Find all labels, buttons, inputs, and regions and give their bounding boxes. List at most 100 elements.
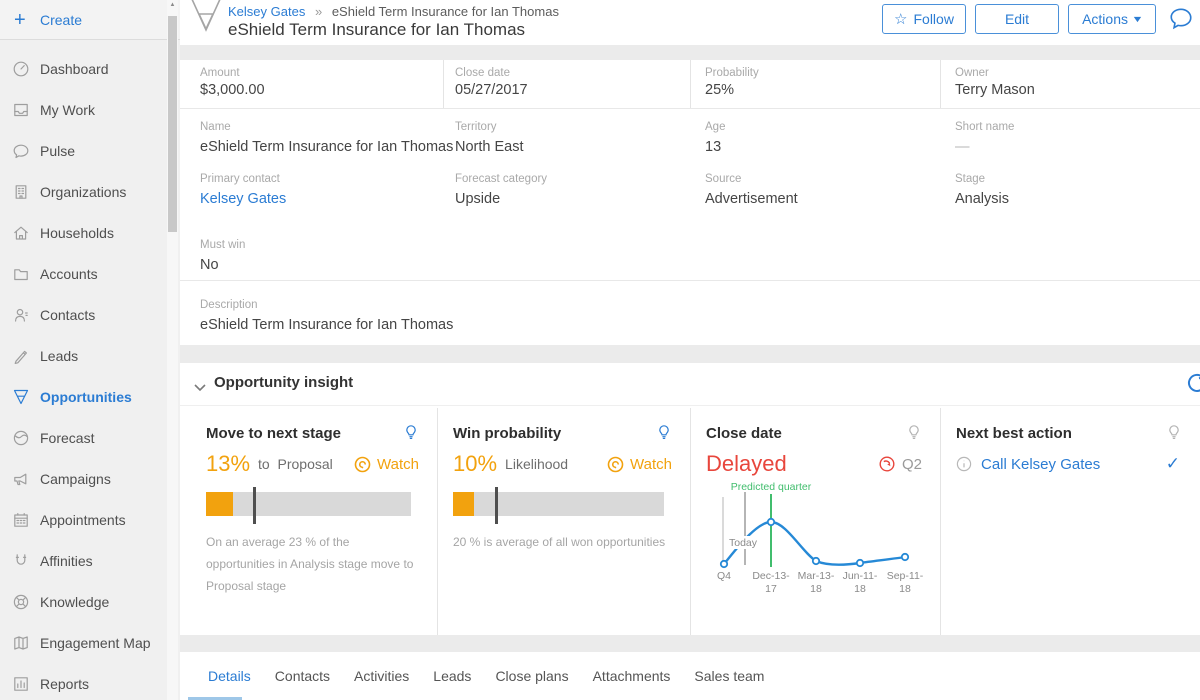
sidebar-item-organizations[interactable]: Organizations bbox=[0, 171, 180, 212]
sidebar-item-households[interactable]: Households bbox=[0, 212, 180, 253]
progress-bar bbox=[453, 492, 664, 516]
field-label-description: Description bbox=[200, 299, 258, 311]
svg-text:18: 18 bbox=[899, 583, 911, 595]
quarter-label: Q2 bbox=[902, 456, 922, 473]
app-window: + Create Dashboard My Work Pulse Organiz… bbox=[0, 0, 1200, 700]
sidebar-item-contacts[interactable]: Contacts bbox=[0, 294, 180, 335]
page-title: eShield Term Insurance for Ian Thomas bbox=[228, 20, 525, 40]
field-value-age: 13 bbox=[705, 139, 721, 155]
appointments-icon bbox=[12, 511, 30, 529]
complete-check-icon[interactable]: ✓ bbox=[1166, 454, 1180, 474]
watch-link[interactable]: Watch bbox=[354, 456, 419, 473]
watch-icon bbox=[354, 456, 371, 473]
chat-bubble-icon[interactable] bbox=[1168, 6, 1194, 32]
tab-close-plans[interactable]: Close plans bbox=[495, 668, 568, 684]
sidebar-item-forecast[interactable]: Forecast bbox=[0, 417, 180, 458]
lightbulb-icon[interactable] bbox=[1166, 424, 1182, 442]
sidebar-item-my-work[interactable]: My Work bbox=[0, 89, 180, 130]
likelihood-label: Likelihood bbox=[505, 456, 568, 472]
delayed-quarter-icon bbox=[878, 455, 896, 473]
info-icon[interactable] bbox=[956, 456, 972, 472]
field-label-territory: Territory bbox=[455, 121, 497, 133]
sidebar-scrollbar[interactable]: ▲ bbox=[167, 0, 178, 700]
affinities-icon bbox=[12, 552, 30, 570]
tab-leads[interactable]: Leads bbox=[433, 668, 471, 684]
column-divider bbox=[443, 60, 444, 108]
insight-note: On an average 23 % of the opportunities … bbox=[206, 531, 417, 597]
tab-contacts[interactable]: Contacts bbox=[275, 668, 330, 684]
row-divider bbox=[180, 280, 1200, 281]
breadcrumb-current: eShield Term Insurance for Ian Thomas bbox=[332, 4, 559, 19]
plus-icon: + bbox=[14, 10, 38, 30]
field-label-must-win: Must win bbox=[200, 239, 245, 251]
breadcrumb-separator: » bbox=[315, 4, 322, 19]
win-probability-percent: 10% bbox=[453, 451, 497, 477]
tab-activities[interactable]: Activities bbox=[354, 668, 409, 684]
insight-card-move-to-next-stage: Move to next stage 13% to Proposal Watch… bbox=[190, 405, 437, 635]
sidebar-item-reports[interactable]: Reports bbox=[0, 663, 180, 700]
row-divider bbox=[180, 108, 1200, 109]
tab-sales-team[interactable]: Sales team bbox=[694, 668, 764, 684]
opportunity-funnel-icon bbox=[188, 0, 226, 43]
benchmark-marker bbox=[495, 487, 498, 524]
svg-text:17: 17 bbox=[765, 583, 777, 595]
lightbulb-icon[interactable] bbox=[656, 424, 672, 442]
column-divider bbox=[690, 60, 691, 108]
refresh-icon[interactable] bbox=[1186, 372, 1200, 394]
scrollbar-thumb[interactable] bbox=[168, 16, 177, 232]
svg-text:Predicted quarter: Predicted quarter bbox=[731, 481, 812, 493]
field-value-close-date: 05/27/2017 bbox=[455, 82, 528, 98]
lightbulb-icon[interactable] bbox=[906, 424, 922, 442]
field-value-forecast-category: Upside bbox=[455, 191, 500, 207]
insight-section-title: Opportunity insight bbox=[214, 374, 353, 391]
svg-text:Q4: Q4 bbox=[717, 570, 731, 582]
close-date-forecast-chart: Predicted quarter Today Q4 Dec-13- 17 Ma bbox=[706, 480, 934, 596]
insight-note: 20 % is average of all won opportunities bbox=[453, 531, 670, 553]
sidebar-item-campaigns[interactable]: Campaigns bbox=[0, 458, 180, 499]
actions-button[interactable]: Actions ▼ bbox=[1068, 4, 1156, 34]
sidebar-item-accounts[interactable]: Accounts bbox=[0, 253, 180, 294]
sidebar-item-affinities[interactable]: Affinities bbox=[0, 540, 180, 581]
sidebar-item-opportunities[interactable]: Opportunities bbox=[0, 376, 180, 417]
pulse-icon bbox=[12, 142, 30, 160]
watch-link[interactable]: Watch bbox=[607, 456, 672, 473]
field-value-must-win: No bbox=[200, 257, 219, 273]
card-title: Win probability bbox=[453, 425, 561, 442]
star-icon: ☆ bbox=[894, 10, 907, 28]
primary-contact-link[interactable]: Kelsey Gates bbox=[200, 191, 286, 207]
record-header: Kelsey Gates » eShield Term Insurance fo… bbox=[180, 0, 1200, 45]
field-label-age: Age bbox=[705, 121, 725, 133]
svg-text:Dec-13-: Dec-13- bbox=[752, 570, 790, 582]
scroll-up-icon[interactable]: ▲ bbox=[168, 2, 177, 8]
collapse-chevron-icon[interactable] bbox=[194, 379, 206, 397]
sidebar-item-knowledge[interactable]: Knowledge bbox=[0, 581, 180, 622]
opportunities-icon bbox=[12, 388, 30, 406]
chevron-down-icon: ▼ bbox=[1131, 14, 1143, 24]
field-value-description: eShield Term Insurance for Ian Thomas bbox=[200, 317, 453, 333]
tab-details[interactable]: Details bbox=[208, 668, 251, 684]
edit-button[interactable]: Edit bbox=[975, 4, 1059, 34]
sidebar-item-appointments[interactable]: Appointments bbox=[0, 499, 180, 540]
breadcrumb-parent-link[interactable]: Kelsey Gates bbox=[228, 4, 305, 19]
benchmark-marker bbox=[253, 487, 256, 524]
sidebar-item-pulse[interactable]: Pulse bbox=[0, 130, 180, 171]
create-button[interactable]: + Create bbox=[0, 0, 180, 40]
header-buttons: ☆ Follow Edit Actions ▼ bbox=[882, 4, 1194, 34]
card-title: Close date bbox=[706, 425, 782, 442]
field-value-stage: Analysis bbox=[955, 191, 1009, 207]
follow-button[interactable]: ☆ Follow bbox=[882, 4, 966, 34]
sidebar-item-leads[interactable]: Leads bbox=[0, 335, 180, 376]
svg-text:Jun-11-: Jun-11- bbox=[843, 570, 878, 582]
organizations-icon bbox=[12, 183, 30, 201]
field-value-probability: 25% bbox=[705, 82, 734, 98]
my-work-icon bbox=[12, 101, 30, 119]
engagement-map-icon bbox=[12, 634, 30, 652]
sidebar-item-dashboard[interactable]: Dashboard bbox=[0, 48, 180, 89]
next-best-action-link[interactable]: Call Kelsey Gates bbox=[981, 456, 1100, 473]
tab-attachments[interactable]: Attachments bbox=[593, 668, 671, 684]
record-tabs: Details Contacts Activities Leads Close … bbox=[180, 652, 1200, 700]
sidebar: + Create Dashboard My Work Pulse Organiz… bbox=[0, 0, 180, 700]
lightbulb-icon[interactable] bbox=[403, 424, 419, 442]
insight-card-next-best-action: Next best action Call Kelsey Gates ✓ bbox=[940, 405, 1200, 635]
sidebar-item-engagement-map[interactable]: Engagement Map bbox=[0, 622, 180, 663]
